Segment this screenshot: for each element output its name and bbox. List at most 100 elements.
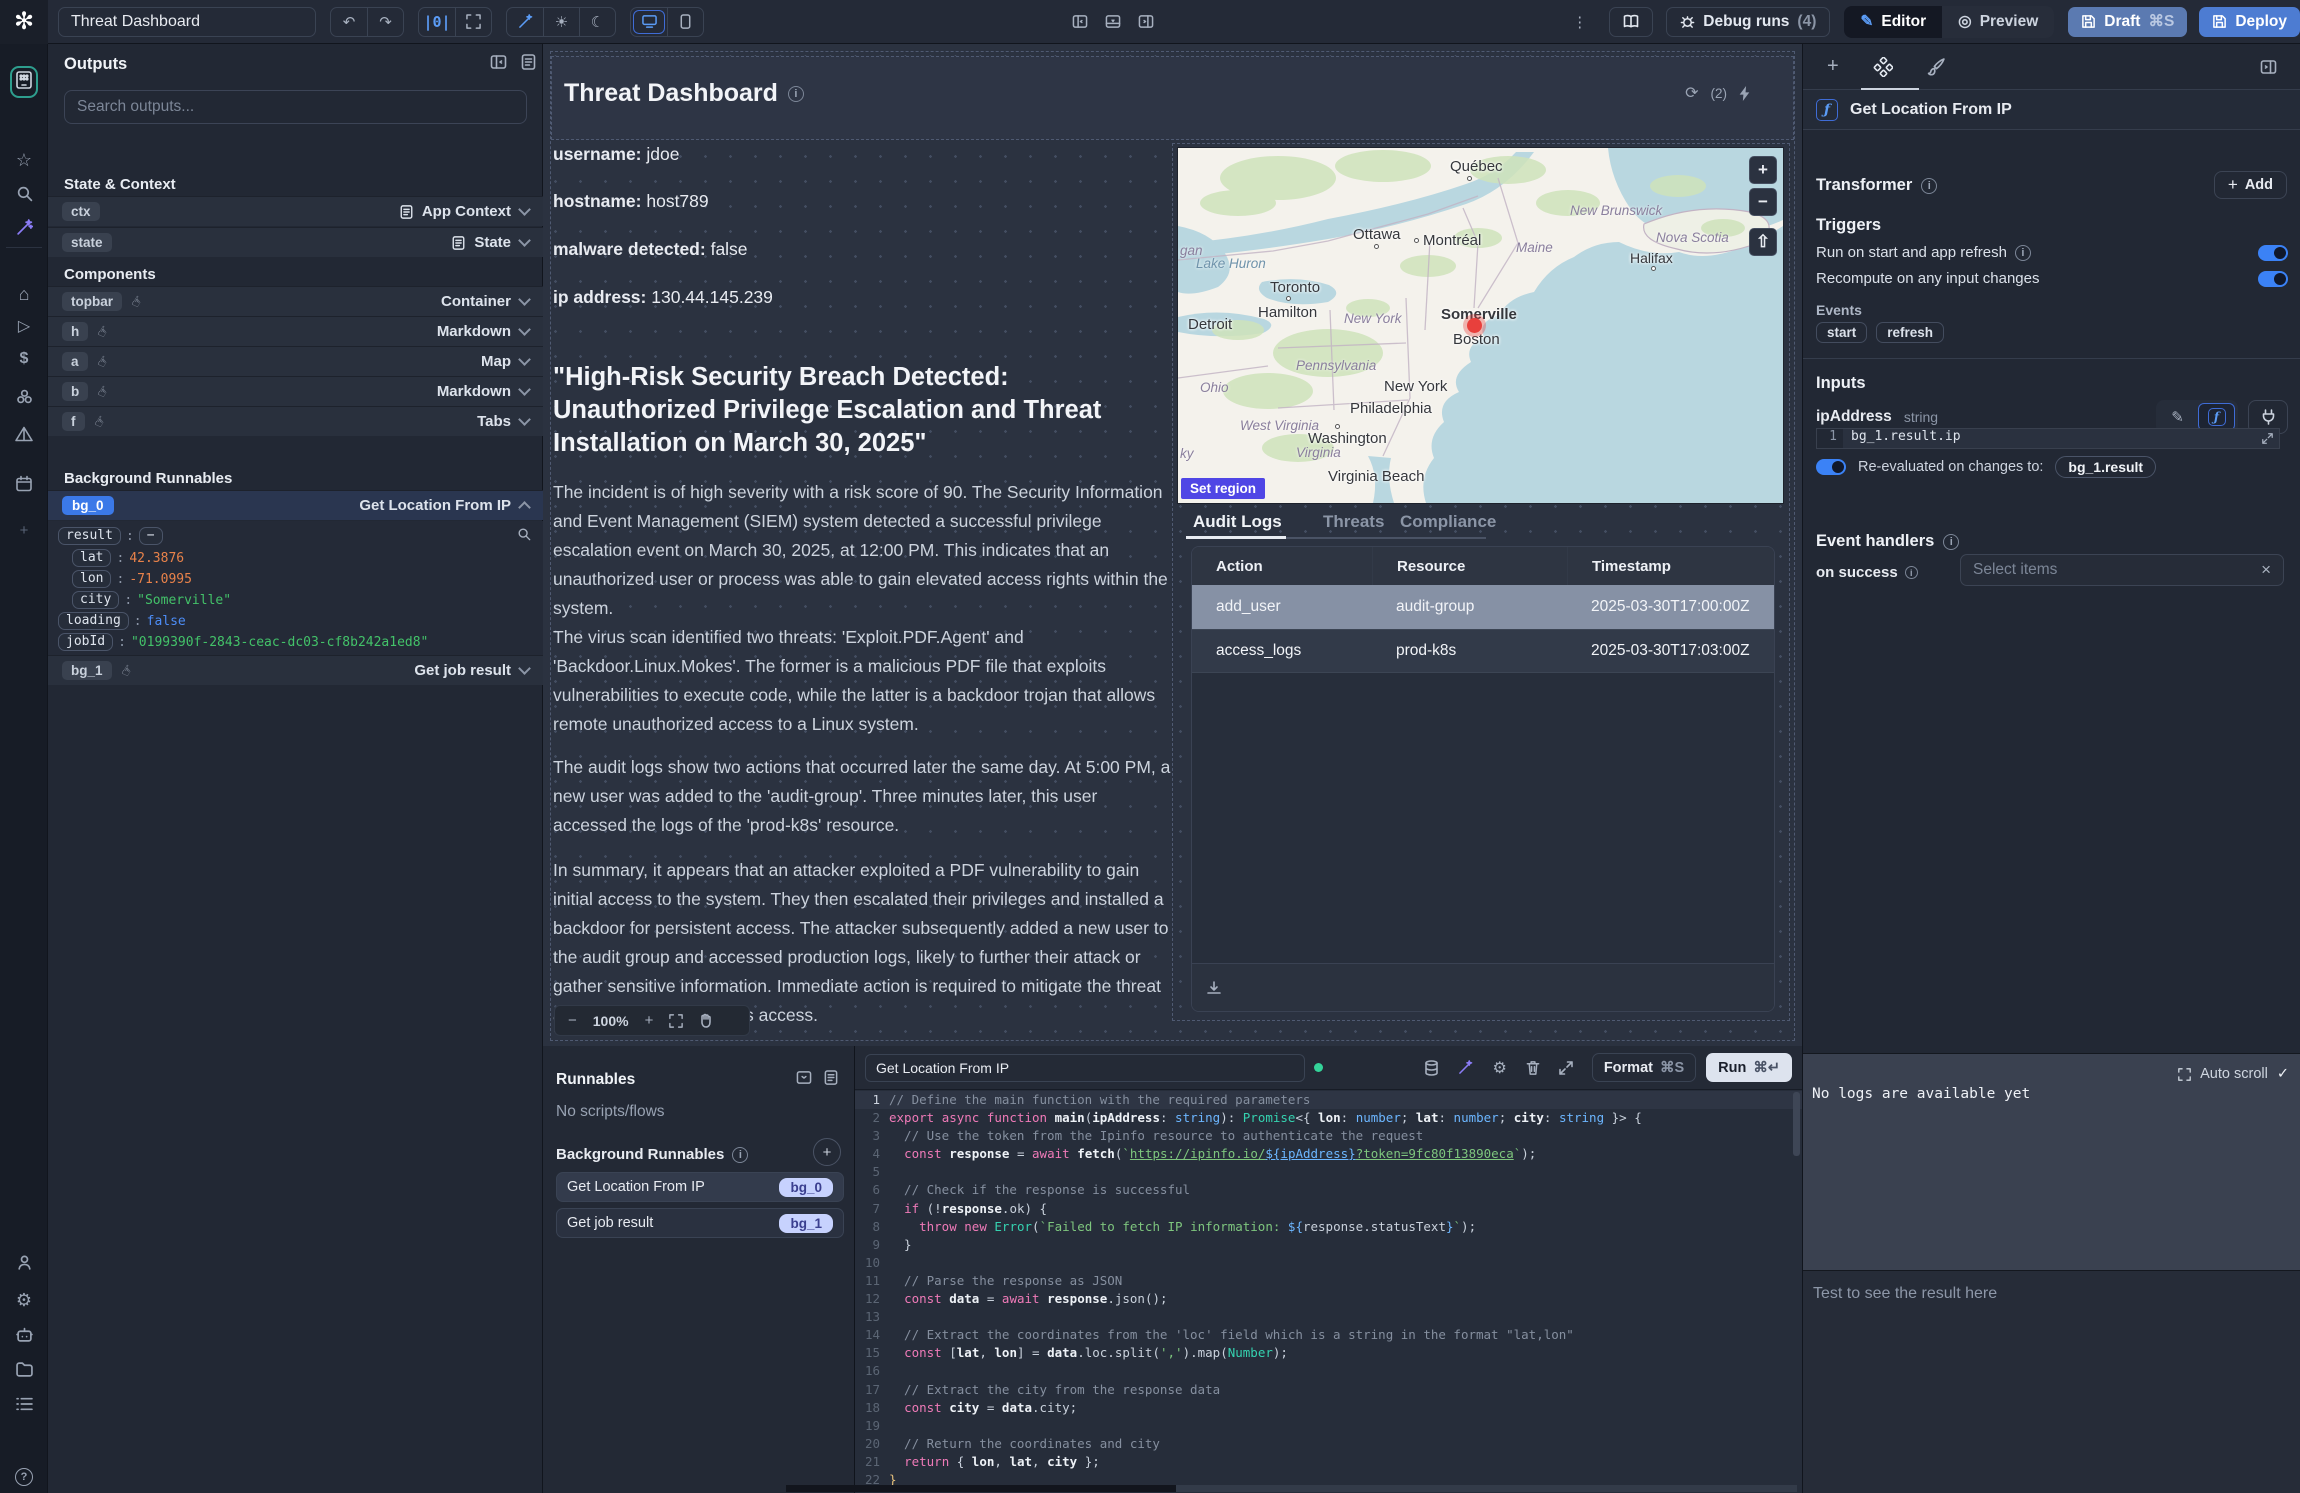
input-expression[interactable]: 1 bg_1.result.ip — [1816, 428, 2280, 449]
hand-pointer-icon[interactable]: ☞ — [89, 412, 110, 431]
json-key-lat[interactable]: lat — [72, 549, 111, 567]
undo-icon[interactable]: ↶ — [331, 8, 367, 36]
pan-hand-icon[interactable] — [699, 1013, 713, 1028]
code-line[interactable]: 10 — [855, 1254, 1802, 1272]
bottom-scrollbar-thumb[interactable] — [786, 1485, 1176, 1492]
code-line[interactable]: 14 // Extract the coordinates from the '… — [855, 1326, 1802, 1344]
col-timestamp[interactable]: Timestamp — [1567, 547, 1774, 585]
hand-pointer-icon[interactable]: ☞ — [93, 382, 114, 401]
component-row-f[interactable]: f☞ Tabs — [48, 406, 543, 436]
output-row-state[interactable]: state State — [48, 227, 543, 257]
prism-icon[interactable] — [0, 426, 48, 443]
code-area[interactable]: 1// Define the main function with the re… — [855, 1090, 1802, 1493]
runnable-item-bg1[interactable]: Get job resultbg_1 — [556, 1208, 844, 1238]
home-icon[interactable]: ⌂ — [0, 284, 48, 305]
run-on-start-toggle[interactable] — [2258, 245, 2288, 261]
col-action[interactable]: Action — [1192, 547, 1372, 585]
panel-collapse-icon[interactable] — [490, 54, 507, 70]
info-icon[interactable]: i — [2015, 245, 2031, 261]
components-tab-icon[interactable] — [1873, 57, 1893, 77]
hand-pointer-icon[interactable]: ☞ — [116, 661, 137, 680]
json-key-city[interactable]: city — [72, 591, 119, 609]
selected-component-header[interactable]: ƒ Get Location From IP — [1803, 90, 2300, 130]
panel-left-toggle-icon[interactable] — [1072, 14, 1088, 29]
draft-button[interactable]: Draft⌘S — [2068, 7, 2187, 37]
code-line[interactable]: 20 // Return the coordinates and city — [855, 1435, 1802, 1453]
code-line[interactable]: 17 // Extract the city from the response… — [855, 1381, 1802, 1399]
code-line[interactable]: 9 } — [855, 1236, 1802, 1254]
chevron-down-icon[interactable] — [518, 234, 531, 247]
json-key-result[interactable]: result — [58, 527, 121, 545]
code-line[interactable]: 11 // Parse the response as JSON — [855, 1272, 1802, 1290]
recompute-toggle[interactable] — [2258, 271, 2288, 287]
expand-logs-icon[interactable] — [2178, 1068, 2191, 1081]
app-title-input[interactable] — [58, 7, 316, 37]
collapse-panel-icon[interactable] — [796, 1070, 812, 1085]
tab-audit-logs[interactable]: Audit Logs — [1193, 512, 1282, 532]
chevron-down-icon[interactable] — [518, 413, 531, 426]
map-zoom-out-button[interactable]: − — [1749, 188, 1777, 216]
apps-icon[interactable] — [0, 66, 48, 98]
code-line[interactable]: 15 const [lat, lon] = data.loc.split(','… — [855, 1344, 1802, 1362]
autoscroll-check-icon[interactable]: ✓ — [2277, 1066, 2289, 1082]
workers-robot-icon[interactable] — [0, 1327, 48, 1343]
outline-toggle-icon[interactable]: |0| — [419, 8, 455, 36]
recompute-bolt-icon[interactable] — [1739, 86, 1751, 101]
add-plus-icon[interactable]: + — [0, 522, 48, 539]
expr-text[interactable]: bg_1.result.ip — [1843, 429, 1961, 448]
zoom-out-icon[interactable]: − — [568, 1012, 577, 1029]
runnable-item-bg0[interactable]: Get Location From IPbg_0 — [556, 1172, 844, 1202]
bg0-row[interactable]: bg_0 Get Location From IP — [48, 490, 543, 520]
run-button[interactable]: Run⌘↵ — [1706, 1053, 1792, 1082]
database-icon[interactable] — [1424, 1060, 1439, 1076]
map-zoom-in-button[interactable]: + — [1749, 156, 1777, 184]
windmill-logo[interactable]: ✻ — [0, 0, 48, 44]
chevron-up-icon[interactable] — [518, 501, 531, 514]
json-key-loading[interactable]: loading — [58, 612, 129, 630]
info-icon[interactable]: i — [1943, 534, 1959, 550]
runs-play-icon[interactable]: ▷ — [0, 316, 48, 336]
json-key-lon[interactable]: lon — [72, 570, 111, 588]
col-resource[interactable]: Resource — [1372, 547, 1567, 585]
schedules-calendar-icon[interactable] — [0, 475, 48, 492]
code-line[interactable]: 18 const city = data.city; — [855, 1399, 1802, 1417]
reeval-toggle[interactable] — [1816, 459, 1846, 475]
user-icon[interactable] — [0, 1254, 48, 1271]
code-line[interactable]: 3 // Use the token from the Ipinfo resou… — [855, 1127, 1802, 1145]
json-collapse-button[interactable]: − — [139, 527, 163, 545]
tab-threats[interactable]: Threats — [1323, 512, 1384, 532]
mobile-view-icon[interactable] — [667, 8, 703, 36]
trash-icon[interactable] — [1526, 1060, 1540, 1075]
desktop-view-icon[interactable] — [633, 10, 665, 34]
component-row-h[interactable]: h☞ Markdown — [48, 316, 543, 346]
table-row[interactable]: add_user audit-group 2025-03-30T17:00:00… — [1192, 585, 1774, 629]
resources-icon[interactable] — [0, 388, 48, 405]
tab-editor[interactable]: ✎Editor — [1844, 6, 1942, 38]
code-line[interactable]: 1// Define the main function with the re… — [855, 1091, 1802, 1109]
info-icon[interactable]: i — [1905, 566, 1918, 579]
component-row-a[interactable]: a☞ Map — [48, 346, 543, 376]
map-fit-button[interactable]: ⇧ — [1749, 228, 1777, 256]
code-vscrollbar[interactable] — [1793, 1092, 1800, 1156]
code-line[interactable]: 5 — [855, 1163, 1802, 1181]
add-runnable-button[interactable]: + — [813, 1138, 841, 1166]
code-line[interactable]: 4 const response = await fetch(`https://… — [855, 1145, 1802, 1163]
hand-pointer-icon[interactable]: ☞ — [93, 322, 114, 341]
chevron-down-icon[interactable] — [518, 293, 531, 306]
insert-tab-icon[interactable]: + — [1827, 55, 1839, 78]
redo-icon[interactable]: ↷ — [367, 8, 403, 36]
info-icon[interactable]: i — [732, 1147, 748, 1163]
search-icon[interactable] — [0, 185, 48, 202]
hand-pointer-icon[interactable]: ☞ — [127, 292, 148, 311]
code-line[interactable]: 19 — [855, 1417, 1802, 1435]
chevron-down-icon[interactable] — [518, 203, 531, 216]
code-line[interactable]: 8 throw new Error(`Failed to fetch IP in… — [855, 1218, 1802, 1236]
favorites-star-icon[interactable]: ☆ — [0, 150, 48, 171]
variables-dollar-icon[interactable]: $ — [0, 350, 48, 368]
event-refresh-badge[interactable]: refresh — [1876, 322, 1944, 343]
search-outputs-input[interactable] — [64, 90, 527, 124]
add-transformer-button[interactable]: +Add — [2214, 171, 2287, 199]
bg1-row[interactable]: bg_1☞ Get job result — [48, 655, 543, 685]
code-line[interactable]: 2export async function main(ipAddress: s… — [855, 1109, 1802, 1127]
refresh-icon[interactable]: ⟳ — [1685, 83, 1698, 103]
